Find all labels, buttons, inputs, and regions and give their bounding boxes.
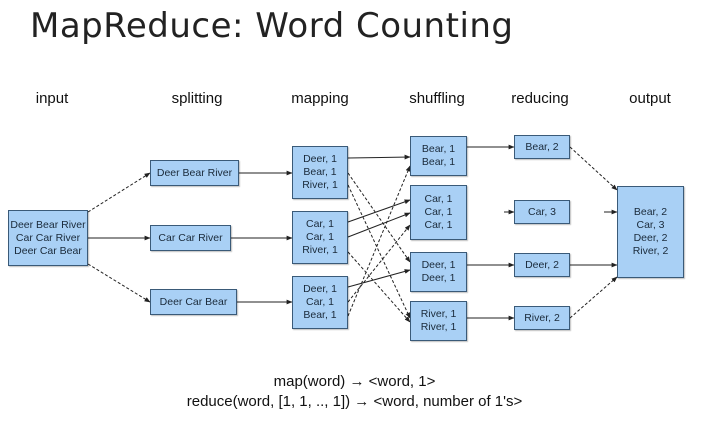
map-box-2: Car, 1 Car, 1 River, 1 bbox=[292, 211, 348, 264]
shuffle-line: Deer, 1 bbox=[421, 272, 456, 284]
split-line: Deer Bear River bbox=[156, 166, 233, 179]
shuffle-line: Bear, 1 bbox=[421, 143, 456, 155]
edge-input-split-3 bbox=[87, 263, 151, 303]
reduce-line: Deer, 2 bbox=[525, 258, 559, 271]
map-box-1: Deer, 1 Bear, 1 River, 1 bbox=[292, 146, 348, 199]
shuffle-box-deer: Deer, 1 Deer, 1 bbox=[410, 252, 467, 292]
edge-map1-deer bbox=[347, 172, 411, 263]
split-line: Deer Car Bear bbox=[159, 295, 228, 308]
map-line: River, 1 bbox=[302, 179, 338, 191]
reduce-line: Bear, 2 bbox=[525, 140, 559, 153]
edge-input-split-1 bbox=[87, 172, 151, 213]
split-line: Car Car River bbox=[158, 231, 223, 244]
shuffle-box-river: River, 1 River, 1 bbox=[410, 301, 467, 341]
map-line: Deer, 1 bbox=[303, 153, 337, 165]
output-line: River, 2 bbox=[632, 245, 669, 257]
shuffle-line: Car, 1 bbox=[424, 206, 453, 218]
map-formula: map(word) → <word, 1> bbox=[273, 373, 436, 390]
map-line: River, 1 bbox=[302, 244, 338, 256]
edge-map1-river bbox=[347, 184, 411, 319]
edge-red-out-bear bbox=[569, 146, 618, 191]
split-box-1: Deer Bear River bbox=[150, 160, 239, 186]
shuffle-line: Car, 1 bbox=[424, 193, 453, 205]
edge-map1-bear bbox=[347, 154, 411, 160]
shuffle-line: River, 1 bbox=[420, 308, 457, 320]
shuffle-box-car: Car, 1 Car, 1 Car, 1 bbox=[410, 185, 467, 240]
edge-map2-car-b bbox=[347, 212, 411, 238]
map-line: Car, 1 bbox=[305, 231, 334, 243]
map-line: Car, 1 bbox=[305, 218, 334, 230]
map-line: Deer, 1 bbox=[303, 283, 337, 295]
shuffle-line: Deer, 1 bbox=[421, 259, 456, 271]
shuffle-line: River, 1 bbox=[420, 321, 457, 333]
shuffle-box-bear: Bear, 1 Bear, 1 bbox=[410, 136, 467, 176]
reduce-box-river: River, 2 bbox=[514, 306, 570, 330]
split-box-2: Car Car River bbox=[150, 225, 231, 251]
map-line: Bear, 1 bbox=[303, 166, 337, 178]
output-box: Bear, 2 Car, 3 Deer, 2 River, 2 bbox=[617, 186, 684, 278]
reduce-box-deer: Deer, 2 bbox=[514, 253, 570, 277]
input-line: Car Car River bbox=[15, 231, 81, 244]
edge-map3-bear bbox=[347, 165, 411, 317]
map-line: Bear, 1 bbox=[303, 309, 337, 321]
reduce-line: Car, 3 bbox=[527, 205, 556, 218]
output-line: Car, 3 bbox=[636, 219, 665, 231]
input-box: Deer Bear River Car Car River Deer Car B… bbox=[8, 210, 88, 266]
input-line: Deer Bear River bbox=[10, 218, 86, 231]
edge-red-out-river bbox=[569, 276, 618, 319]
output-line: Bear, 2 bbox=[633, 206, 668, 218]
reduce-box-car: Car, 3 bbox=[514, 200, 570, 224]
edge-map2-river bbox=[347, 251, 411, 323]
reduce-formula: reduce(word, [1, 1, .., 1]) → <word, num… bbox=[186, 393, 523, 410]
output-line: Deer, 2 bbox=[633, 232, 668, 244]
map-line: Car, 1 bbox=[305, 296, 334, 308]
input-line: Deer Car Bear bbox=[14, 244, 82, 257]
shuffle-line: Bear, 1 bbox=[421, 156, 456, 168]
edge-map3-car bbox=[347, 224, 411, 303]
edge-map3-deer bbox=[347, 269, 411, 288]
reduce-box-bear: Bear, 2 bbox=[514, 135, 570, 159]
split-box-3: Deer Car Bear bbox=[150, 289, 237, 315]
edge-map2-car-a bbox=[347, 199, 411, 223]
reduce-line: River, 2 bbox=[524, 311, 560, 324]
shuffle-line: Car, 1 bbox=[424, 219, 453, 231]
map-box-3: Deer, 1 Car, 1 Bear, 1 bbox=[292, 276, 348, 329]
